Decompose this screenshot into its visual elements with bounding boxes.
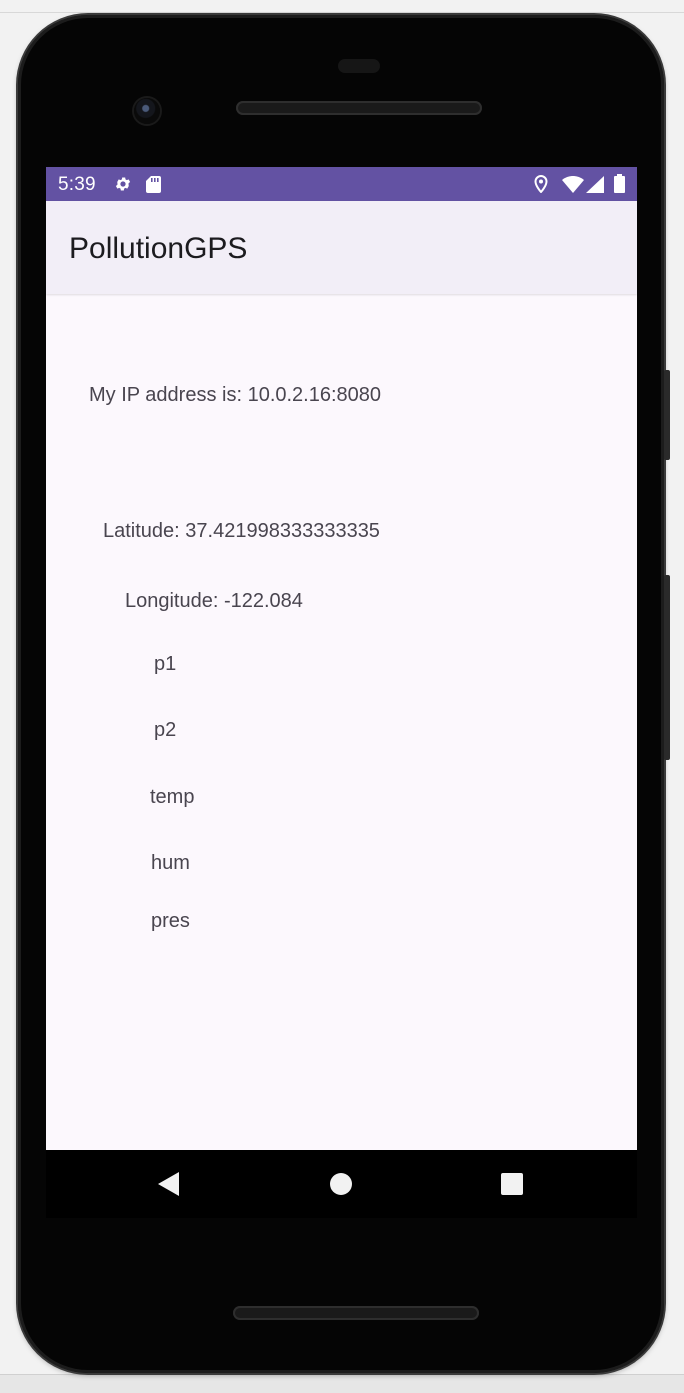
gear-icon: [115, 177, 131, 191]
p2-text: p2: [154, 719, 177, 741]
volume-button[interactable]: [664, 575, 670, 760]
longitude-text: Longitude: -122.084: [125, 590, 303, 612]
p1-text: p1: [154, 653, 177, 675]
power-button[interactable]: [664, 370, 670, 460]
status-bar: 5:39: [46, 167, 637, 201]
signal-icon: [586, 176, 604, 193]
latitude-text: Latitude: 37.421998333333335: [103, 520, 380, 542]
recents-icon[interactable]: [501, 1173, 523, 1195]
window-bottom-strip: [0, 1374, 684, 1393]
window-top-divider: [0, 12, 684, 13]
bottom-speaker: [233, 1306, 479, 1320]
front-camera: [134, 98, 160, 124]
status-time: 5:39: [58, 174, 96, 195]
pres-text: pres: [151, 910, 190, 932]
temp-text: temp: [150, 786, 195, 808]
app-screen: 5:39 PollutionGPS My IP address is: 10.0: [46, 167, 637, 1150]
location-icon: [534, 175, 548, 193]
app-title: PollutionGPS: [69, 232, 248, 265]
wifi-icon: [562, 176, 584, 193]
navigation-bar: [46, 1150, 637, 1218]
sd-card-icon: [146, 176, 161, 193]
app-bar: PollutionGPS: [46, 201, 637, 294]
back-icon[interactable]: [158, 1172, 179, 1196]
hum-text: hum: [151, 852, 190, 874]
proximity-sensor: [338, 59, 380, 73]
home-icon[interactable]: [330, 1173, 352, 1195]
earpiece-speaker: [236, 101, 482, 115]
ip-address-text: My IP address is: 10.0.2.16:8080: [89, 384, 382, 406]
battery-icon: [614, 174, 625, 193]
